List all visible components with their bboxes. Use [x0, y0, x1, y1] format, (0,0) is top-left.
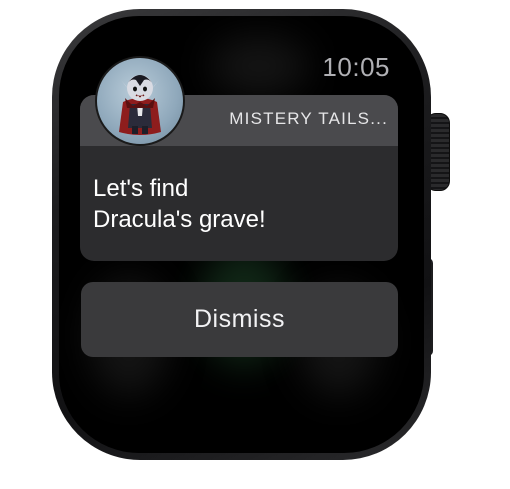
notification-message-line: Dracula's grave! [93, 206, 266, 233]
notification-message: Let's find Dracula's grave! [93, 173, 383, 235]
dracula-illustration [119, 75, 161, 135]
status-time: 10:05 [322, 52, 390, 82]
notification-message-line: Let's find [93, 175, 189, 202]
background-glow [209, 36, 309, 96]
vampire-dracula-icon [95, 56, 185, 146]
notification-app-name: MISTERY TAILS... [229, 109, 388, 128]
dismiss-button[interactable]: Dismiss [81, 282, 398, 357]
apple-watch-mockup: 10:05 MISTERY TAILS... Let's find Dracul… [0, 0, 510, 489]
